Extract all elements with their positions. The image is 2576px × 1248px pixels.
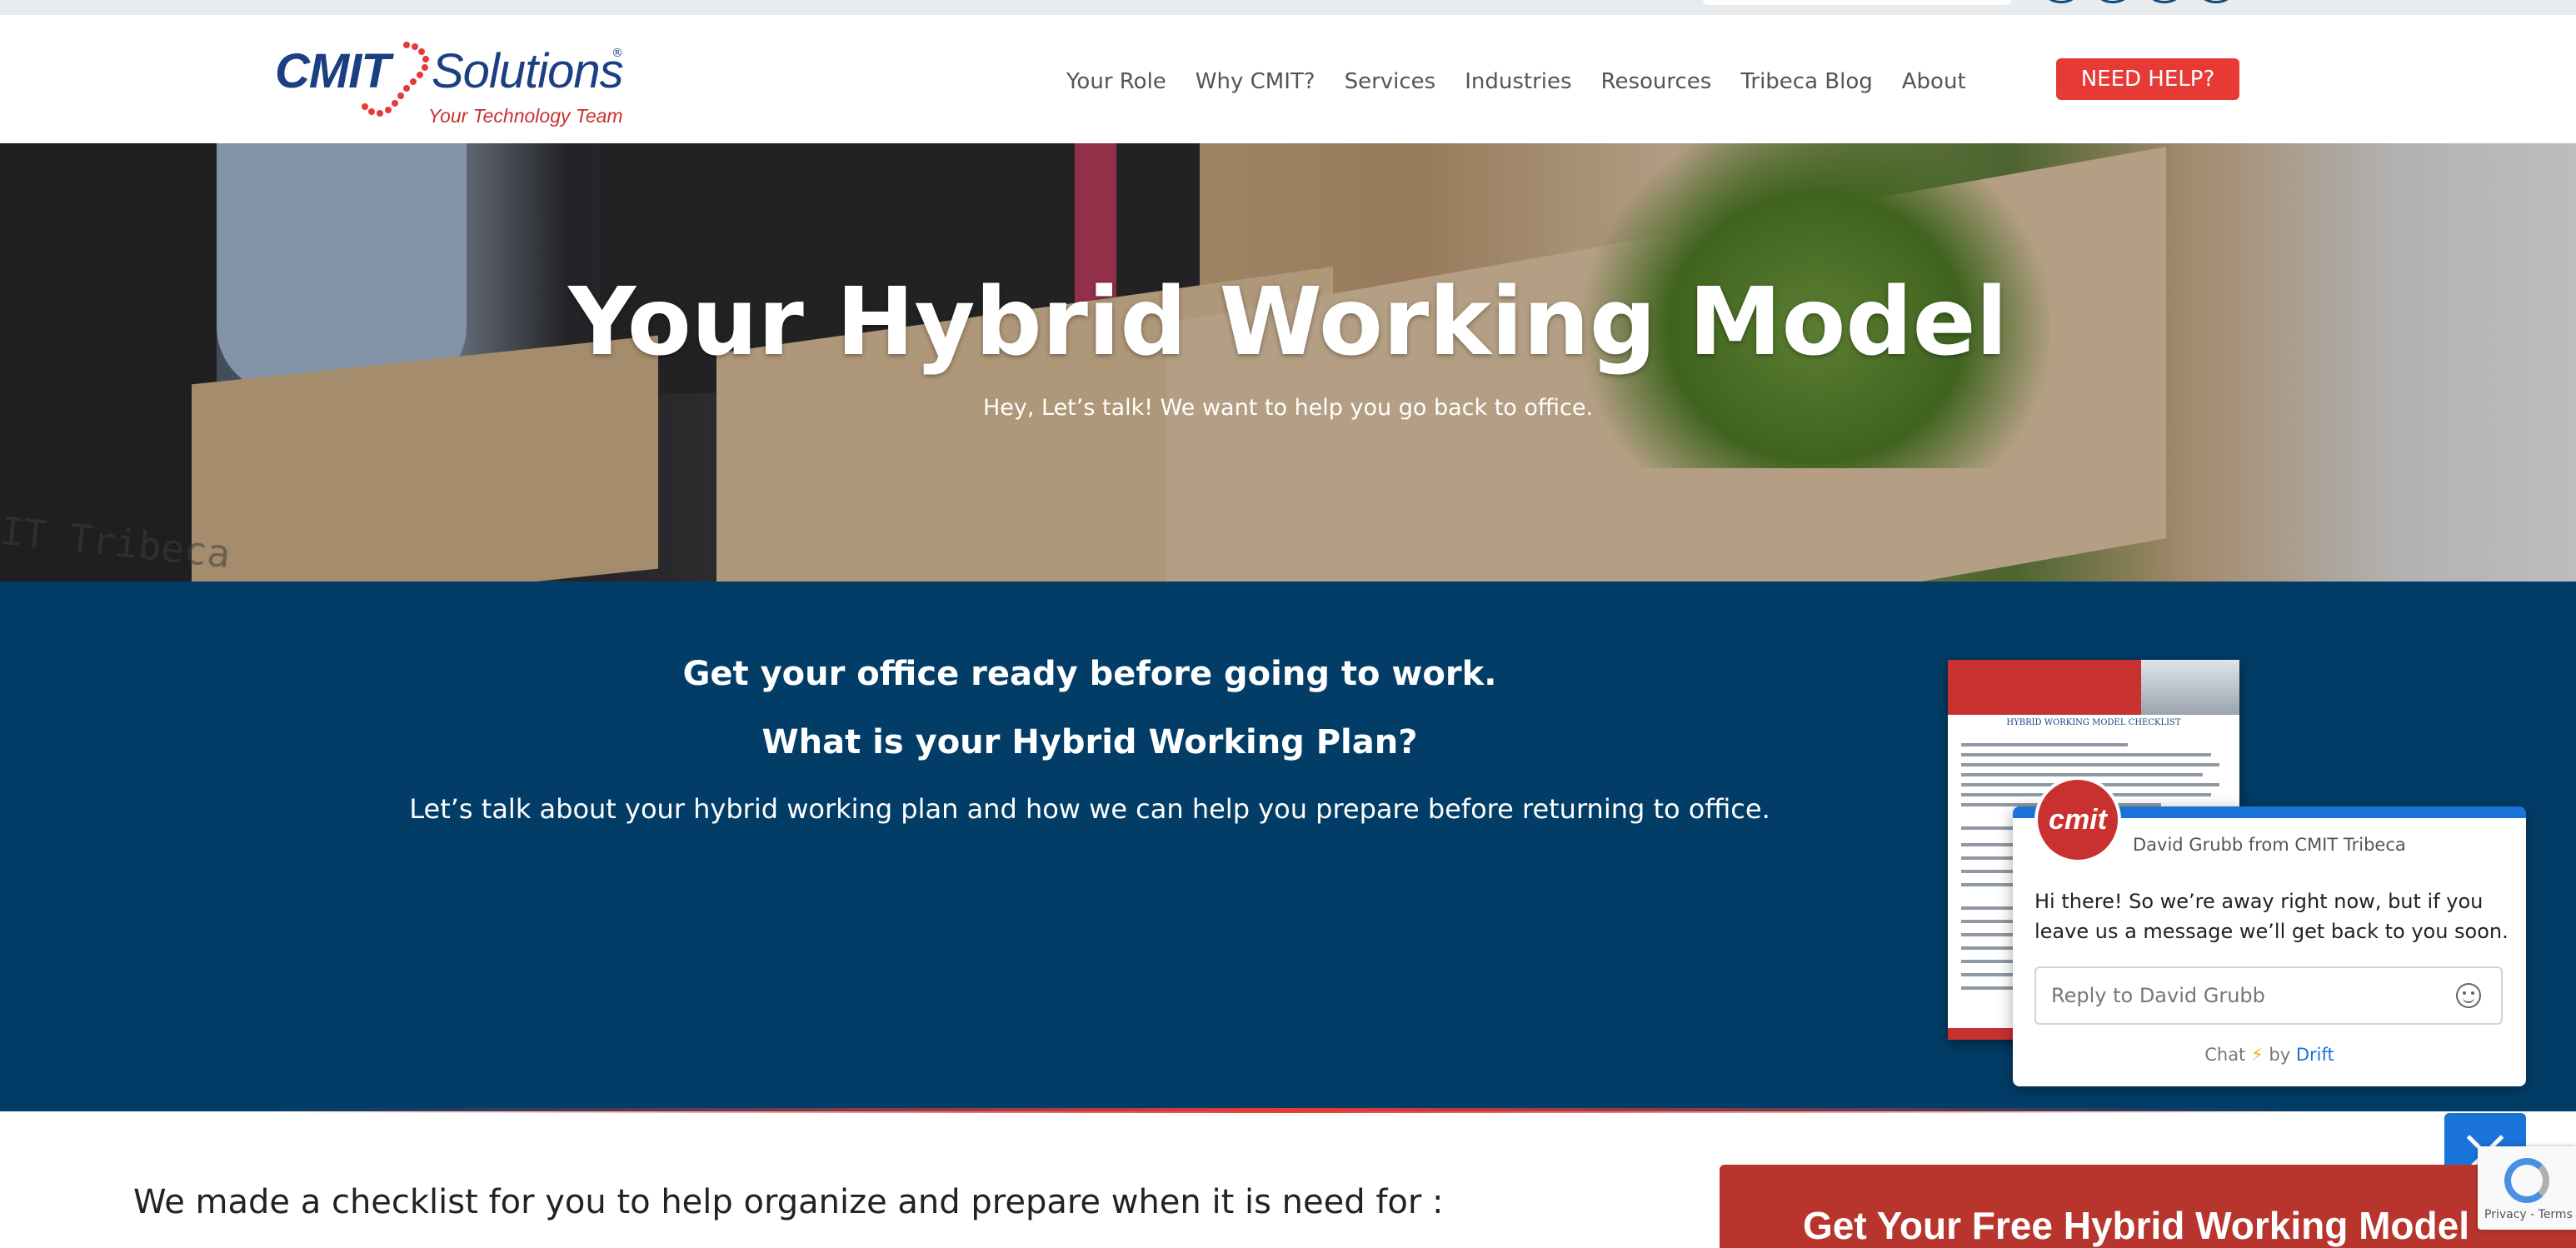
- page-title: Your Hybrid Working Model: [568, 268, 2008, 377]
- recaptcha-links[interactable]: Privacy - Terms: [2484, 1208, 2573, 1221]
- chat-message: Hi there! So we’re away right now, but i…: [2034, 890, 2509, 943]
- nav-item-about[interactable]: About: [1902, 65, 1966, 98]
- registered-mark: ®: [612, 47, 623, 60]
- checklist-intro-text: We made a checklist for you to help orga…: [133, 1183, 1444, 1221]
- site-header: CMIT Solutions ® Your Technology Team Yo…: [0, 15, 2576, 143]
- nav-item-resources[interactable]: Resources: [1601, 65, 1712, 98]
- band-heading-2: What is your Hybrid Working Plan?: [761, 723, 1418, 761]
- chat-reply-input[interactable]: [2051, 981, 2443, 1010]
- logo-wordmark-solutions: Solutions: [432, 44, 624, 98]
- chat-credit-by: by: [2269, 1045, 2291, 1065]
- need-help-button[interactable]: NEED HELP?: [2056, 58, 2239, 100]
- nav-item-your-role[interactable]: Your Role: [1066, 65, 1166, 98]
- nav-item-why-cmit[interactable]: Why CMIT?: [1196, 65, 1315, 98]
- document-text-line: [1961, 763, 2219, 766]
- document-text-line: [1961, 743, 2128, 746]
- nav-item-industries[interactable]: Industries: [1465, 65, 1571, 98]
- cta-button-label[interactable]: Get Your Free Hybrid Working Model: [1720, 1203, 2553, 1248]
- hero-banner: IT Tribeca Your Hybrid Working Model Hey…: [0, 143, 2576, 582]
- chat-avatar: cmit: [2034, 776, 2121, 863]
- chat-reply-box[interactable]: [2034, 966, 2503, 1025]
- social-icon[interactable]: [2199, 0, 2233, 3]
- lightning-icon: ⚡: [2250, 1045, 2264, 1065]
- top-utility-bar: [0, 0, 2576, 15]
- nav-item-services[interactable]: Services: [1345, 65, 1436, 98]
- chat-credit[interactable]: Chat ⚡ by Drift: [2013, 1045, 2526, 1065]
- band-paragraph: Let’s talk about your hybrid working pla…: [409, 793, 1770, 825]
- nav-item-tribeca-blog[interactable]: Tribeca Blog: [1740, 65, 1872, 98]
- hero-subtitle: Hey, Let’s talk! We want to help you go …: [982, 395, 1594, 421]
- chat-credit-chat: Chat: [2204, 1045, 2246, 1065]
- divider: [275, 1108, 2299, 1113]
- emoji-icon[interactable]: [2456, 983, 2481, 1008]
- social-icon[interactable]: [2044, 0, 2078, 3]
- document-title: HYBRID WORKING MODEL CHECKLIST: [2006, 718, 2181, 727]
- recaptcha-badge[interactable]: Privacy - Terms: [2478, 1146, 2576, 1230]
- search-input[interactable]: [1703, 0, 2011, 5]
- band-heading-1: Get your office ready before going to wo…: [682, 655, 1497, 693]
- chat-sender: David Grubb from CMIT Tribeca: [2133, 835, 2406, 855]
- main-nav: Your Role Why CMIT? Services Industries …: [1066, 65, 1995, 98]
- document-text-line: [1961, 753, 2211, 756]
- drift-link[interactable]: Drift: [2296, 1045, 2334, 1065]
- social-icon[interactable]: [2148, 0, 2181, 3]
- social-icon[interactable]: [2096, 0, 2129, 3]
- recaptcha-icon: [2504, 1158, 2549, 1203]
- document-text-line: [1961, 986, 2019, 990]
- logo-tagline: Your Technology Team: [428, 105, 623, 127]
- document-photo: [2141, 660, 2239, 715]
- cmit-logo[interactable]: CMIT Solutions ® Your Technology Team: [275, 38, 625, 135]
